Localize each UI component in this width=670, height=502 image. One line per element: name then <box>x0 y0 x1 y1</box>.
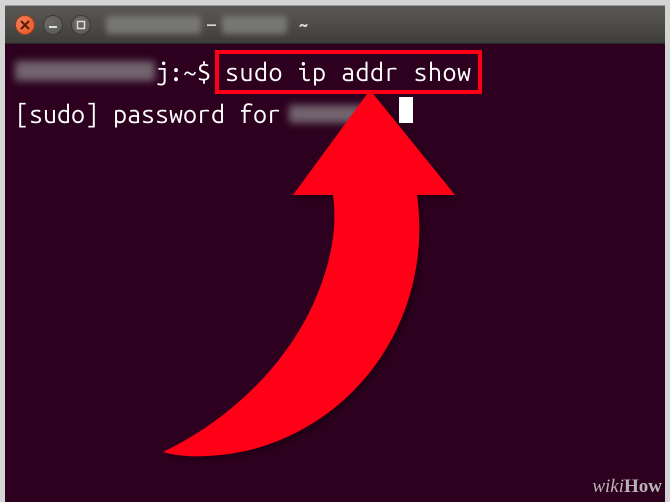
blurred-prompt-user <box>15 61 155 81</box>
password-prompt-text: [sudo] password for <box>15 96 281 132</box>
blurred-username <box>106 16 201 34</box>
watermark-how: How <box>624 476 662 497</box>
terminal-body[interactable]: j:~$ sudo ip addr show [sudo] password f… <box>5 44 665 139</box>
command-text: sudo ip addr show <box>225 58 472 86</box>
close-icon <box>20 20 30 30</box>
terminal-line-command: j:~$ sudo ip addr show <box>15 50 655 94</box>
minimize-icon <box>48 20 58 30</box>
terminal-cursor <box>399 97 413 123</box>
blurred-hostname <box>222 16 287 34</box>
watermark: wikiHow <box>592 476 662 498</box>
password-colon: : <box>371 96 385 132</box>
terminal-line-password: [sudo] password for : <box>15 96 655 132</box>
close-button[interactable] <box>15 15 35 35</box>
highlighted-command-box: sudo ip addr show <box>215 50 482 94</box>
watermark-wiki: wiki <box>592 476 624 497</box>
title-tilde: ~ <box>299 16 308 34</box>
window-titlebar[interactable]: — ~ <box>5 6 665 44</box>
title-at: — <box>207 16 216 34</box>
blurred-password-user <box>289 105 367 123</box>
maximize-icon <box>76 20 86 30</box>
prompt-suffix: j:~$ <box>155 54 211 90</box>
window-title: — ~ <box>106 16 308 34</box>
window-controls <box>15 15 91 35</box>
terminal-window: — ~ j:~$ sudo ip addr show [sudo] passwo… <box>5 5 665 502</box>
minimize-button[interactable] <box>43 15 63 35</box>
maximize-button[interactable] <box>71 15 91 35</box>
